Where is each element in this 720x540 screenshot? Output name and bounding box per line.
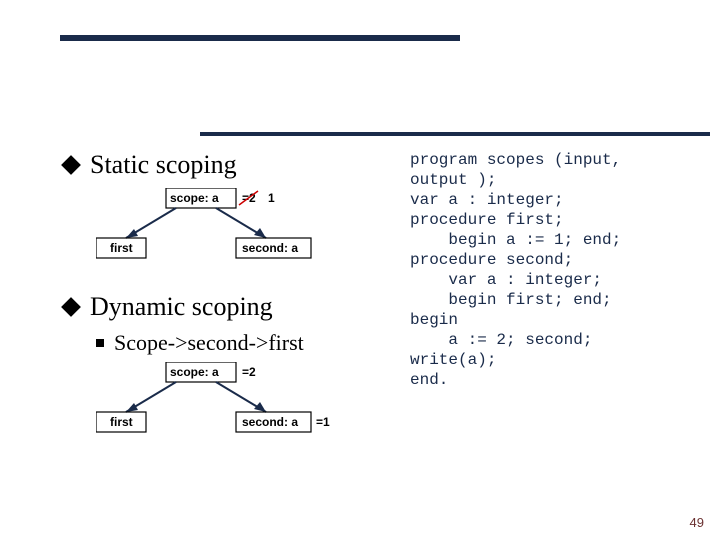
sub-bullet-chain: Scope->second->first bbox=[96, 330, 400, 356]
left-column: Static scoping scope: a =2 1 first bbox=[60, 150, 410, 466]
diagram-svg: scope: a =2 1 first second: a bbox=[96, 188, 356, 268]
code-block: program scopes (input, output ); var a :… bbox=[410, 150, 670, 466]
dynamic-scoping-diagram: scope: a =2 first second: a =1 bbox=[96, 362, 400, 442]
new-value: 1 bbox=[268, 191, 275, 205]
bullet-text: Static scoping bbox=[90, 150, 237, 180]
first-label: first bbox=[110, 415, 133, 429]
bullet-dynamic-scoping: Dynamic scoping bbox=[60, 292, 400, 322]
static-scoping-diagram: scope: a =2 1 first second: a bbox=[96, 188, 400, 268]
scope-value: =2 bbox=[242, 365, 256, 379]
header-rule-top bbox=[60, 35, 460, 41]
second-label: second: a bbox=[242, 415, 298, 429]
page-number: 49 bbox=[690, 515, 704, 530]
bullet-text: Dynamic scoping bbox=[90, 292, 273, 322]
bullet-static-scoping: Static scoping bbox=[60, 150, 400, 180]
scope-label: scope: a bbox=[170, 365, 219, 379]
diagram-svg: scope: a =2 first second: a =1 bbox=[96, 362, 376, 442]
square-icon bbox=[96, 339, 104, 347]
diamond-icon bbox=[61, 297, 81, 317]
scope-label: scope: a bbox=[170, 191, 219, 205]
second-value: =1 bbox=[316, 415, 330, 429]
diamond-icon bbox=[61, 155, 81, 175]
second-label: second: a bbox=[242, 241, 298, 255]
slide-content: Static scoping scope: a =2 1 first bbox=[60, 150, 670, 466]
header-rule-bottom bbox=[200, 132, 710, 136]
sub-bullet-text: Scope->second->first bbox=[114, 330, 304, 356]
first-label: first bbox=[110, 241, 133, 255]
